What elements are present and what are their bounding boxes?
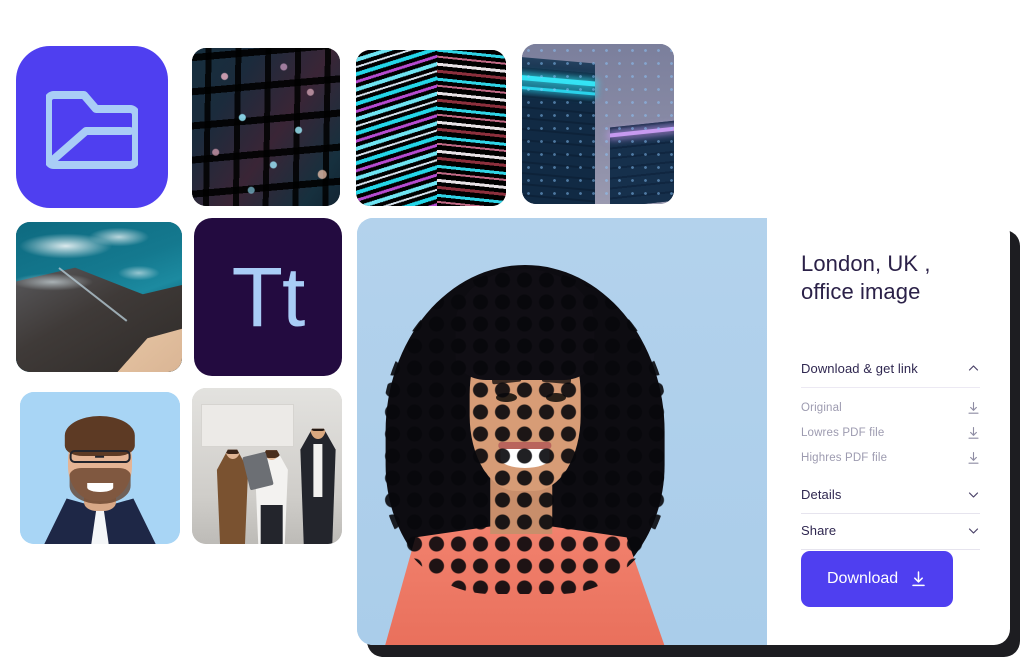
accordion-label-share: Share	[801, 523, 837, 539]
page-title-line-1: London, UK ,	[801, 251, 931, 276]
preview-curls	[381, 269, 669, 594]
accordion-label-details: Details	[801, 487, 842, 503]
accordion-header-share[interactable]: Share	[801, 514, 980, 549]
chevron-down-icon[interactable]	[967, 488, 980, 501]
team-wall-panel	[201, 403, 294, 448]
download-option-original[interactable]: Original	[801, 397, 980, 422]
asset-preview-image[interactable]	[357, 218, 767, 645]
page-title: London, UK , office image	[801, 250, 980, 306]
headshot-glasses	[69, 449, 131, 464]
download-icon[interactable]	[967, 451, 980, 465]
gallery-screen: Tt London, UK , office image Download & …	[0, 0, 1024, 672]
neon-waves-right-texture	[437, 50, 506, 206]
accordion-header-download-get-link[interactable]: Download & get link	[801, 352, 980, 387]
text-tool-icon: Tt	[231, 250, 306, 344]
folder-icon-tile[interactable]	[16, 46, 168, 208]
folder-image-icon	[46, 85, 138, 169]
typography-tile[interactable]: Tt	[194, 218, 342, 376]
download-icon[interactable]	[967, 401, 980, 415]
chevron-up-icon[interactable]	[967, 362, 980, 375]
download-options-list: Original Lowres PDF file Highres PDF fil…	[801, 388, 980, 478]
headshot-smile	[87, 483, 113, 493]
download-option-label: Original	[801, 402, 842, 415]
asset-accordion: Download & get link Original Lowres PDF …	[801, 352, 980, 551]
download-option-lowres-pdf[interactable]: Lowres PDF file	[801, 422, 980, 447]
accordion-header-details[interactable]: Details	[801, 478, 980, 513]
asset-detail-card: London, UK , office image Download & get…	[357, 218, 1010, 645]
neon-waves-thumbnail[interactable]	[356, 50, 506, 206]
skyscrapers-thumbnail[interactable]	[522, 44, 674, 204]
office-windows-thumbnail[interactable]	[192, 48, 340, 206]
page-title-line-2: office image	[801, 279, 921, 305]
office-lights-texture	[192, 48, 340, 206]
tower-window-lights	[522, 44, 674, 204]
chevron-down-icon[interactable]	[967, 524, 980, 537]
headshot-thumbnail[interactable]	[20, 392, 180, 544]
accordion-label-download-get-link: Download & get link	[801, 361, 918, 377]
download-button[interactable]: Download	[801, 551, 954, 607]
download-icon[interactable]	[967, 426, 980, 440]
neon-waves-left-texture	[356, 50, 448, 206]
download-button-label: Download	[827, 570, 899, 587]
download-option-label: Lowres PDF file	[801, 427, 885, 440]
download-option-highres-pdf[interactable]: Highres PDF file	[801, 447, 980, 472]
download-option-label: Highres PDF file	[801, 452, 888, 465]
download-icon	[910, 570, 927, 588]
coastline-thumbnail[interactable]	[16, 222, 182, 372]
asset-info-panel: London, UK , office image Download & get…	[767, 218, 1010, 645]
team-thumbnail[interactable]	[192, 388, 342, 544]
